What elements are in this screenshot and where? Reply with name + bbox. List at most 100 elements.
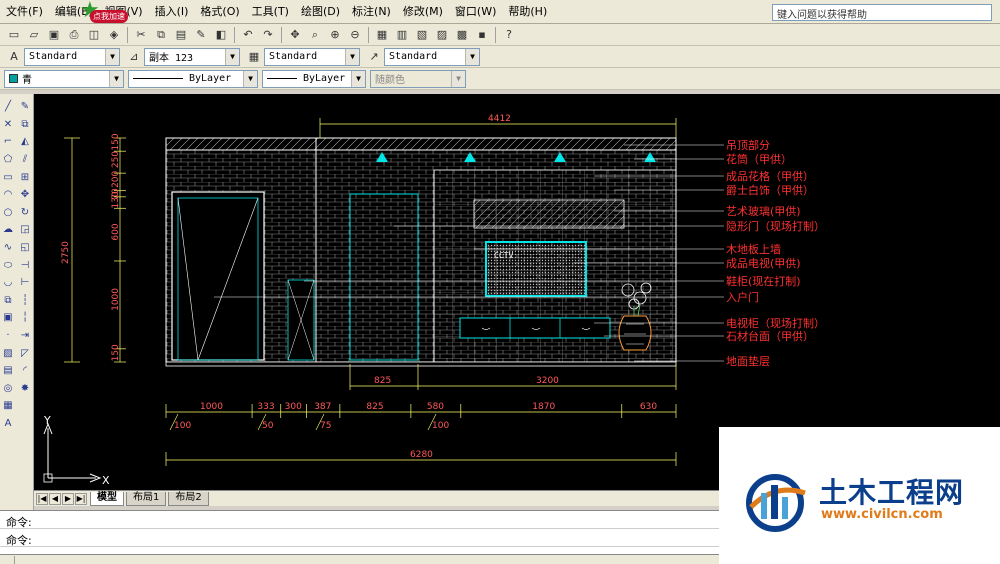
make-block-icon[interactable]: ▣ xyxy=(0,309,16,327)
tab-layout2[interactable]: 布局2 xyxy=(168,491,209,506)
spline-icon[interactable]: ∿ xyxy=(0,239,16,257)
calculator-icon[interactable]: ▪ xyxy=(473,26,491,44)
speed-badge[interactable]: ★ 点我加速 xyxy=(70,0,132,26)
tab-last-icon[interactable]: ▶| xyxy=(75,492,87,505)
menu-dimension[interactable]: 标注(N) xyxy=(346,0,397,24)
publish-icon[interactable]: ◈ xyxy=(105,26,123,44)
properties-icon[interactable]: ▦ xyxy=(373,26,391,44)
redo-icon[interactable]: ↷ xyxy=(259,26,277,44)
gradient-icon[interactable]: ▤ xyxy=(0,362,16,380)
table-style-select[interactable]: Standard ▼ xyxy=(264,47,360,66)
text-style-select[interactable]: Standard ▼ xyxy=(24,47,120,66)
menu-format[interactable]: 格式(O) xyxy=(194,0,245,24)
undo-icon[interactable]: ↶ xyxy=(239,26,257,44)
menu-modify[interactable]: 修改(M) xyxy=(397,0,449,24)
label-tv: 成品电视(甲供) xyxy=(726,256,801,270)
scale-icon[interactable]: ◲ xyxy=(17,221,33,239)
tab-layout1[interactable]: 布局1 xyxy=(126,491,167,506)
lineweight-select[interactable]: ByLayer ▼ xyxy=(262,69,366,88)
menu-draw[interactable]: 绘图(D) xyxy=(295,0,346,24)
polyline-icon[interactable]: ⌐ xyxy=(0,133,16,151)
arc-icon[interactable]: ◠ xyxy=(0,186,16,204)
trim-icon[interactable]: ⊣ xyxy=(17,256,33,274)
status-cell xyxy=(4,555,16,564)
command-window[interactable]: 命令: 命令: xyxy=(0,510,720,554)
dim-bottom-segment: 580 xyxy=(427,402,444,412)
menu-window[interactable]: 窗口(W) xyxy=(449,0,502,24)
extend-icon[interactable]: ⊢ xyxy=(17,274,33,292)
tab-model[interactable]: 模型 xyxy=(90,491,124,506)
text-style-icon[interactable]: A xyxy=(5,48,23,66)
chamfer-icon[interactable]: ◸ xyxy=(17,344,33,362)
open-file-icon[interactable]: ▱ xyxy=(25,26,43,44)
dim-style-icon[interactable]: ⊿ xyxy=(125,48,143,66)
linetype-select[interactable]: ByLayer ▼ xyxy=(128,69,258,88)
markup-icon[interactable]: ▩ xyxy=(453,26,471,44)
zoom-realtime-icon[interactable]: ⌕ xyxy=(306,26,324,44)
cut-icon[interactable]: ✂ xyxy=(132,26,150,44)
insert-block-icon[interactable]: ⧉ xyxy=(0,292,16,310)
table-style-icon[interactable]: ▦ xyxy=(245,48,263,66)
sheet-set-icon[interactable]: ▨ xyxy=(433,26,451,44)
block-editor-icon[interactable]: ◧ xyxy=(212,26,230,44)
new-file-icon[interactable]: ▭ xyxy=(5,26,23,44)
point-icon[interactable]: · xyxy=(0,327,16,345)
region-icon[interactable]: ◎ xyxy=(0,380,16,398)
layer-select[interactable]: 青 ▼ xyxy=(4,69,124,88)
command-input-line[interactable]: 命令: xyxy=(0,529,720,547)
menu-help[interactable]: 帮助(H) xyxy=(502,0,553,24)
circle-icon[interactable]: ○ xyxy=(0,204,16,222)
styles-toolbar: A Standard ▼ ⊿ 副本 123 ▼ ▦ Standard ▼ ↗ S… xyxy=(0,46,1000,68)
paste-icon[interactable]: ▤ xyxy=(172,26,190,44)
ellipse-icon[interactable]: ⬭ xyxy=(0,256,16,274)
tab-prev-icon[interactable]: ◀ xyxy=(49,492,61,505)
pan-icon[interactable]: ✥ xyxy=(286,26,304,44)
copy-object-icon[interactable]: ⧉ xyxy=(17,116,33,134)
label-flower-pot: 花筒（甲供） xyxy=(726,152,792,166)
help-search-input[interactable]: 键入问题以获得帮助 xyxy=(772,4,992,21)
tool-palettes-icon[interactable]: ▧ xyxy=(413,26,431,44)
stretch-icon[interactable]: ◱ xyxy=(17,239,33,257)
menu-insert[interactable]: 插入(I) xyxy=(149,0,195,24)
join-icon[interactable]: ⇥ xyxy=(17,327,33,345)
zoom-previous-icon[interactable]: ⊖ xyxy=(346,26,364,44)
erase-icon[interactable]: ✎ xyxy=(17,98,33,116)
move-icon[interactable]: ✥ xyxy=(17,186,33,204)
match-properties-icon[interactable]: ✎ xyxy=(192,26,210,44)
zoom-window-icon[interactable]: ⊕ xyxy=(326,26,344,44)
design-center-icon[interactable]: ▥ xyxy=(393,26,411,44)
mtext-icon[interactable]: A xyxy=(0,415,16,433)
plot-icon[interactable]: ⎙ xyxy=(65,26,83,44)
break-icon[interactable]: ╎ xyxy=(17,309,33,327)
tab-next-icon[interactable]: ▶ xyxy=(62,492,74,505)
explode-icon[interactable]: ✸ xyxy=(17,380,33,398)
array-icon[interactable]: ⊞ xyxy=(17,168,33,186)
save-icon[interactable]: ▣ xyxy=(45,26,63,44)
tv-unit: CCTV xyxy=(485,241,587,297)
menu-tools[interactable]: 工具(T) xyxy=(246,0,295,24)
rectangle-icon[interactable]: ▭ xyxy=(0,168,16,186)
modify-toolbar: ✎ ⧉ ◭ ⫽ ⊞ ✥ ↻ ◲ ◱ ⊣ ⊢ ┆ ╎ ⇥ ◸ ◜ ✸ xyxy=(17,98,33,397)
copy-icon[interactable]: ⧉ xyxy=(152,26,170,44)
help-icon[interactable]: ? xyxy=(500,26,518,44)
xline-icon[interactable]: ✕ xyxy=(0,116,16,134)
offset-icon[interactable]: ⫽ xyxy=(17,151,33,169)
multileader-style-select[interactable]: Standard ▼ xyxy=(384,47,480,66)
line-icon[interactable]: ╱ xyxy=(0,98,16,116)
break-at-point-icon[interactable]: ┆ xyxy=(17,292,33,310)
hatch-icon[interactable]: ▨ xyxy=(0,344,16,362)
fillet-icon[interactable]: ◜ xyxy=(17,362,33,380)
mirror-icon[interactable]: ◭ xyxy=(17,133,33,151)
rotate-icon[interactable]: ↻ xyxy=(17,204,33,222)
menu-file[interactable]: 文件(F) xyxy=(0,0,49,24)
multileader-style-icon[interactable]: ↗ xyxy=(365,48,383,66)
plot-preview-icon[interactable]: ◫ xyxy=(85,26,103,44)
tab-first-icon[interactable]: |◀ xyxy=(36,492,48,505)
dim-style-select[interactable]: 副本 123 ▼ xyxy=(144,47,240,66)
toolbar-separator xyxy=(281,26,282,43)
table-icon[interactable]: ▦ xyxy=(0,397,16,415)
ellipse-arc-icon[interactable]: ◡ xyxy=(0,274,16,292)
polygon-icon[interactable]: ⬠ xyxy=(0,151,16,169)
dim-style-value: 副本 123 xyxy=(149,53,194,64)
revcloud-icon[interactable]: ☁ xyxy=(0,221,16,239)
